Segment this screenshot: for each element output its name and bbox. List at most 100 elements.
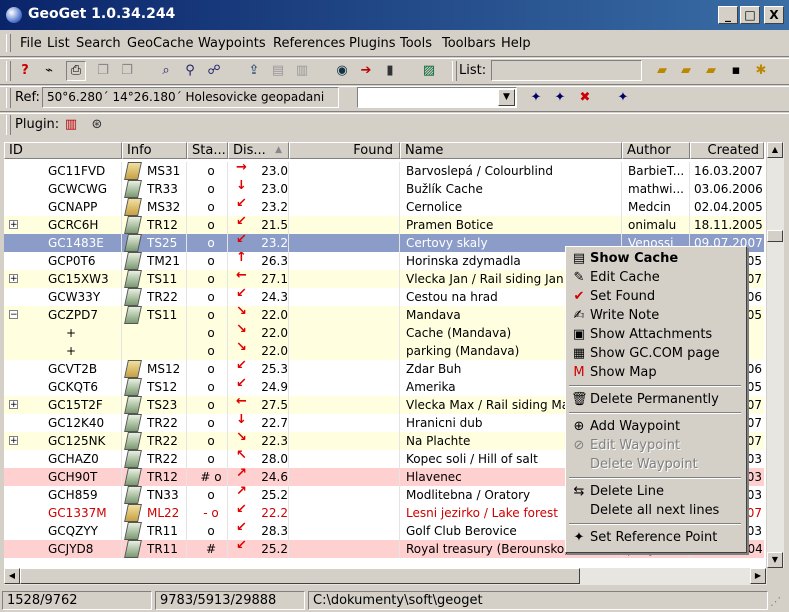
delete-reference-icon[interactable]: ✖ [576,89,594,107]
grid-line [186,360,187,378]
column-header-info[interactable]: Info [122,142,187,159]
menu-help[interactable]: Help [501,36,531,51]
resize-grip-icon[interactable]: ⋰ [770,594,786,610]
query-icon[interactable]: ? [16,62,34,80]
delete-waypoint-icon [571,457,587,472]
chart-plugin-icon[interactable]: ▥ [62,116,80,134]
distance-header-label: Dis... [233,143,266,158]
expand-icon[interactable]: + [9,436,18,446]
maximize-button[interactable]: □ [740,6,760,24]
menu-waypoints[interactable]: Waypoints [198,36,266,51]
filter-icon[interactable]: ⚲ [181,62,199,80]
menubar-grip[interactable] [6,34,11,52]
map-layers-icon[interactable]: ▨ [420,62,438,80]
traditional-cache-icon [124,270,142,288]
column-header-found[interactable]: Found [289,142,400,159]
grid-line [288,378,289,396]
copy-icon[interactable]: ❐ [94,62,112,80]
context-menu-label: Edit Cache [590,270,660,285]
menu-geocache[interactable]: GeoCache [127,36,193,51]
menu-references[interactable]: References [273,36,345,51]
close-button[interactable]: X [764,6,784,24]
cache-info: TS25 [147,236,178,250]
context-menu-item-delete-permanently[interactable]: 🗑 Delete Permanently [568,390,742,409]
reference-field[interactable]: 50°6.280´ 14°26.180´ Holesovicke geopada… [42,87,339,108]
context-menu-item-edit-cache[interactable]: ✎ Edit Cache [568,268,742,287]
app-icon[interactable] [6,7,22,23]
table-row[interactable]: GC11FVD MS31 o → 23.0 Barvoslepá / Colourblin… [4,162,764,180]
expand-icon[interactable]: + [9,220,18,230]
grid-line [186,450,187,468]
menu-file[interactable]: File [20,36,42,51]
menu-plugins[interactable]: Plugins [349,36,396,51]
column-header-name[interactable]: Name [400,142,622,159]
folder-icon[interactable]: ▰ [702,62,720,80]
column-header-id[interactable]: ID [4,142,122,159]
menu-list[interactable]: List [47,36,70,51]
gps-icon[interactable]: ▮ [381,62,399,80]
list-field[interactable] [491,60,642,81]
send-icon[interactable]: ➔ [357,62,375,80]
menu-tools[interactable]: Tools [400,36,432,51]
column-header-created[interactable]: Created [690,142,764,159]
list-toolbar-grip[interactable] [452,61,457,81]
minimize-button[interactable]: _ [718,6,738,24]
context-menu-item-set-found[interactable]: ✔ Set Found [568,287,742,306]
scroll-right-icon[interactable]: ▶ [750,568,766,584]
table-row[interactable]: + GCRC6H TR12 o ↙ 21.5 Pramen Botice onimalu 18.… [4,216,764,234]
tag-plugin-icon[interactable]: ⊛ [88,116,106,134]
chevron-down-icon[interactable]: ▼ [498,89,515,106]
context-menu-item-add-waypoint[interactable]: ⊕ Add Waypoint [568,417,742,436]
expand-icon[interactable]: + [9,400,18,410]
add-reference-icon[interactable]: ✦ [527,89,545,107]
cache-status: o [207,326,215,340]
plugin-toolbar-grip[interactable] [6,115,11,135]
context-menu-item-delete-line[interactable]: ⇆ Delete Line [568,482,742,501]
context-menu-item-show-cache[interactable]: ▤ Show Cache [568,249,742,268]
horizontal-scroll-thumb[interactable] [20,568,580,584]
export-icon[interactable]: ▤ [269,62,287,80]
print-icon[interactable]: ⎙ [66,61,86,81]
horizontal-scrollbar[interactable]: ◀ ▶ [4,568,767,585]
context-menu-item-delete-all-next-lines[interactable]: Delete all next lines [568,501,742,520]
new-folder-icon[interactable]: ▰ [677,62,695,80]
context-menu-item-show-attachments[interactable]: ▣ Show Attachments [568,325,742,344]
scroll-up-icon[interactable]: ▲ [767,142,783,158]
find-cache-icon[interactable]: ⌕ [157,62,175,80]
toolbar-grip[interactable] [6,61,11,81]
reference-combo[interactable]: ▼ [357,87,517,108]
context-menu-item-show-map[interactable]: M Show Map [568,363,742,382]
users-icon[interactable]: ☍ [205,62,223,80]
set-reference-icon[interactable]: ✦ [614,89,632,107]
collapse-icon[interactable]: − [9,310,18,320]
paste-icon[interactable]: ❐ [118,62,136,80]
menu-toolbars[interactable]: Toolbars [442,36,496,51]
direction-arrow-icon: ↙ [236,288,247,301]
import-icon[interactable]: ⇪ [245,62,263,80]
context-menu-item-set-reference-point[interactable]: ✦ Set Reference Point [568,528,742,547]
new-list-icon[interactable]: ✱ [752,62,770,80]
column-header-distance[interactable]: Dis... ▲ [228,142,289,159]
column-header-status[interactable]: Sta... [187,142,228,159]
direction-arrow-icon: ← [236,396,247,409]
save-icon[interactable]: ▪ [727,62,745,80]
table-row[interactable]: GCNAPP MS32 o ↙ 23.2 Cernolice Medcin 02.04.200… [4,198,764,216]
ref-toolbar-grip[interactable] [6,88,11,108]
scroll-left-icon[interactable]: ◀ [4,568,20,584]
globe-icon[interactable]: ◉ [333,62,351,80]
column-header-author[interactable]: Author [622,142,690,159]
export2-icon[interactable]: ▥ [293,62,311,80]
menu-search[interactable]: Search [76,36,121,51]
broom-icon[interactable]: ⌁ [40,62,58,80]
grid-line [399,180,400,198]
table-row[interactable]: GCWCWG TR33 o ↓ 23.0 Bužlík Cache mathwi... 03.… [4,180,764,198]
expand-icon[interactable]: + [9,274,18,284]
vertical-scrollbar[interactable]: ▲ ▼ [767,142,784,568]
scroll-thumb[interactable] [767,230,783,242]
edit-reference-icon[interactable]: ✦ [551,89,569,107]
open-folder-icon[interactable]: ▰ [653,62,671,80]
grid-line [689,198,690,216]
context-menu-item-write-note[interactable]: ✍ Write Note [568,306,742,325]
context-menu-item-show-gc-com-page[interactable]: ▦ Show GC.COM page [568,344,742,363]
scroll-down-icon[interactable]: ▼ [767,552,783,568]
